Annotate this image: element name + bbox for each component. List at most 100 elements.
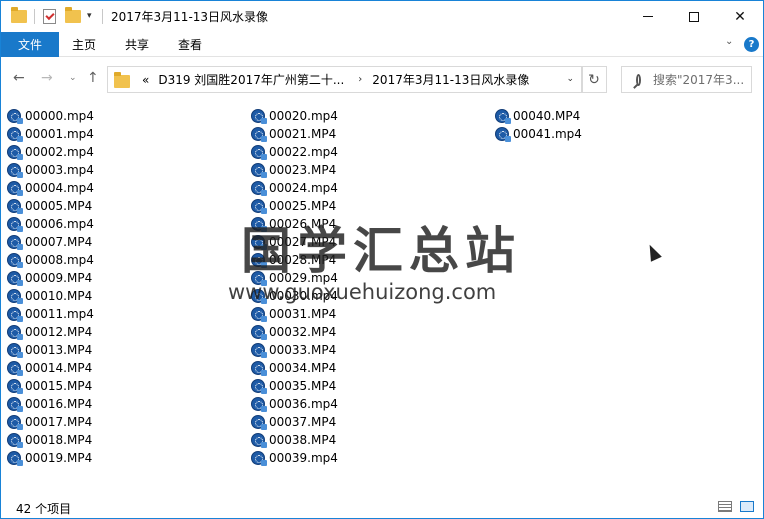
file-item[interactable]: 00010.MP4 [6, 287, 94, 305]
file-name: 00018.MP4 [25, 433, 93, 447]
file-item[interactable]: 00038.MP4 [250, 431, 338, 449]
file-name: 00038.MP4 [269, 433, 337, 447]
file-item[interactable]: 00041.mp4 [494, 125, 582, 143]
file-item[interactable]: 00014.MP4 [6, 359, 94, 377]
tab-file[interactable]: 文件 [1, 32, 59, 57]
file-item[interactable]: 00033.MP4 [250, 341, 338, 359]
breadcrumb-segment-parent[interactable]: D319 刘国胜2017年广州第二十... [158, 71, 344, 88]
file-item[interactable]: 00011.mp4 [6, 305, 94, 323]
ribbon-tabs: 文件 主页 共享 查看 ⌄ ? [1, 32, 763, 57]
expand-ribbon-chevron-icon[interactable]: ⌄ [725, 36, 733, 47]
file-item[interactable]: 00002.mp4 [6, 143, 94, 161]
file-item[interactable]: 00035.MP4 [250, 377, 338, 395]
video-file-icon [251, 163, 267, 178]
minimize-button[interactable] [625, 1, 671, 32]
file-name: 00011.mp4 [25, 307, 94, 321]
file-name: 00001.mp4 [25, 127, 94, 141]
file-name: 00033.MP4 [269, 343, 337, 357]
file-item[interactable]: 00013.MP4 [6, 341, 94, 359]
file-item[interactable]: 00006.mp4 [6, 215, 94, 233]
refresh-button[interactable]: ↻ [581, 66, 607, 93]
file-item[interactable]: 00016.MP4 [6, 395, 94, 413]
customize-qa-dropdown-icon[interactable]: ▾ [87, 7, 92, 25]
video-file-icon [7, 253, 23, 268]
file-item[interactable]: 00007.MP4 [6, 233, 94, 251]
video-file-icon [251, 415, 267, 430]
close-button[interactable]: ✕ [717, 1, 763, 32]
address-folder-icon [114, 71, 130, 88]
file-item[interactable]: 00039.mp4 [250, 449, 338, 467]
file-item[interactable]: 00000.mp4 [6, 107, 94, 125]
status-bar: 42 个项目 [1, 493, 763, 518]
video-file-icon [7, 379, 23, 394]
up-arrow-icon[interactable]: ↑ [87, 70, 99, 86]
qa-divider [34, 9, 35, 24]
file-item[interactable]: 00037.MP4 [250, 413, 338, 431]
file-item[interactable]: 00022.mp4 [250, 143, 338, 161]
file-name: 00004.mp4 [25, 181, 94, 195]
maximize-button[interactable] [671, 1, 717, 32]
title-bar[interactable]: ▾ 2017年3月11-13日风水录像 ✕ [1, 1, 763, 32]
file-name: 00003.mp4 [25, 163, 94, 177]
file-item[interactable]: 00008.mp4 [6, 251, 94, 269]
file-name: 00036.mp4 [269, 397, 338, 411]
video-file-icon [7, 145, 23, 160]
help-icon[interactable]: ? [744, 37, 759, 52]
item-count: 42 个项目 [16, 502, 72, 516]
file-item[interactable]: 00034.MP4 [250, 359, 338, 377]
address-dropdown-icon[interactable]: ⌄ [566, 74, 574, 84]
watermark-url: www.guoxuehuizong.com [228, 280, 497, 304]
file-item[interactable]: 00024.mp4 [250, 179, 338, 197]
file-column-3: 00040.MP4 00041.mp4 [494, 107, 582, 143]
forward-arrow-icon[interactable]: → [41, 70, 53, 86]
file-item[interactable]: 00018.MP4 [6, 431, 94, 449]
tab-share[interactable]: 共享 [125, 32, 149, 57]
file-item[interactable]: 00021.MP4 [250, 125, 338, 143]
video-file-icon [251, 307, 267, 322]
search-box[interactable] [621, 66, 752, 93]
file-item[interactable]: 00012.MP4 [6, 323, 94, 341]
file-item[interactable]: 00017.MP4 [6, 413, 94, 431]
file-item[interactable]: 00001.mp4 [6, 125, 94, 143]
file-item[interactable]: 00020.mp4 [250, 107, 338, 125]
file-name: 00041.mp4 [513, 127, 582, 141]
file-item[interactable]: 00032.MP4 [250, 323, 338, 341]
file-item[interactable]: 00036.mp4 [250, 395, 338, 413]
breadcrumb-separator-icon[interactable]: › [358, 74, 362, 85]
file-item[interactable]: 00023.MP4 [250, 161, 338, 179]
file-item[interactable]: 00040.MP4 [494, 107, 582, 125]
recent-locations-chevron-icon[interactable]: ⌄ [69, 73, 77, 83]
breadcrumb-segment-current[interactable]: 2017年3月11-13日风水录像 [372, 71, 529, 88]
file-name: 00016.MP4 [25, 397, 93, 411]
new-folder-icon[interactable] [65, 6, 81, 25]
file-name: 00017.MP4 [25, 415, 93, 429]
video-file-icon [251, 325, 267, 340]
file-item[interactable]: 00015.MP4 [6, 377, 94, 395]
file-item[interactable]: 00004.mp4 [6, 179, 94, 197]
video-file-icon [7, 325, 23, 340]
file-name: 00008.mp4 [25, 253, 94, 267]
details-view-icon[interactable] [718, 501, 732, 512]
search-icon [636, 73, 641, 86]
tab-home[interactable]: 主页 [72, 32, 96, 57]
address-bar[interactable]: « D319 刘国胜2017年广州第二十... › 2017年3月11-13日风… [107, 66, 583, 93]
breadcrumb-overflow[interactable]: « [142, 73, 149, 87]
file-name: 00000.mp4 [25, 109, 94, 123]
video-file-icon [7, 181, 23, 196]
file-item[interactable]: 00019.MP4 [6, 449, 94, 467]
properties-check-icon[interactable] [43, 7, 56, 25]
file-item[interactable]: 00031.MP4 [250, 305, 338, 323]
large-icons-view-icon[interactable] [740, 501, 754, 512]
file-item[interactable]: 00009.MP4 [6, 269, 94, 287]
video-file-icon [7, 109, 23, 124]
tab-view[interactable]: 查看 [178, 32, 202, 57]
video-file-icon [7, 307, 23, 322]
window-title: 2017年3月11-13日风水录像 [111, 10, 269, 24]
search-input[interactable] [653, 72, 751, 87]
file-name: 00022.mp4 [269, 145, 338, 159]
file-item[interactable]: 00003.mp4 [6, 161, 94, 179]
video-file-icon [7, 271, 23, 286]
navigation-bar: ← → ⌄ ↑ « D319 刘国胜2017年广州第二十... › 2017年3… [1, 58, 763, 100]
file-item[interactable]: 00005.MP4 [6, 197, 94, 215]
back-arrow-icon[interactable]: ← [13, 70, 25, 86]
